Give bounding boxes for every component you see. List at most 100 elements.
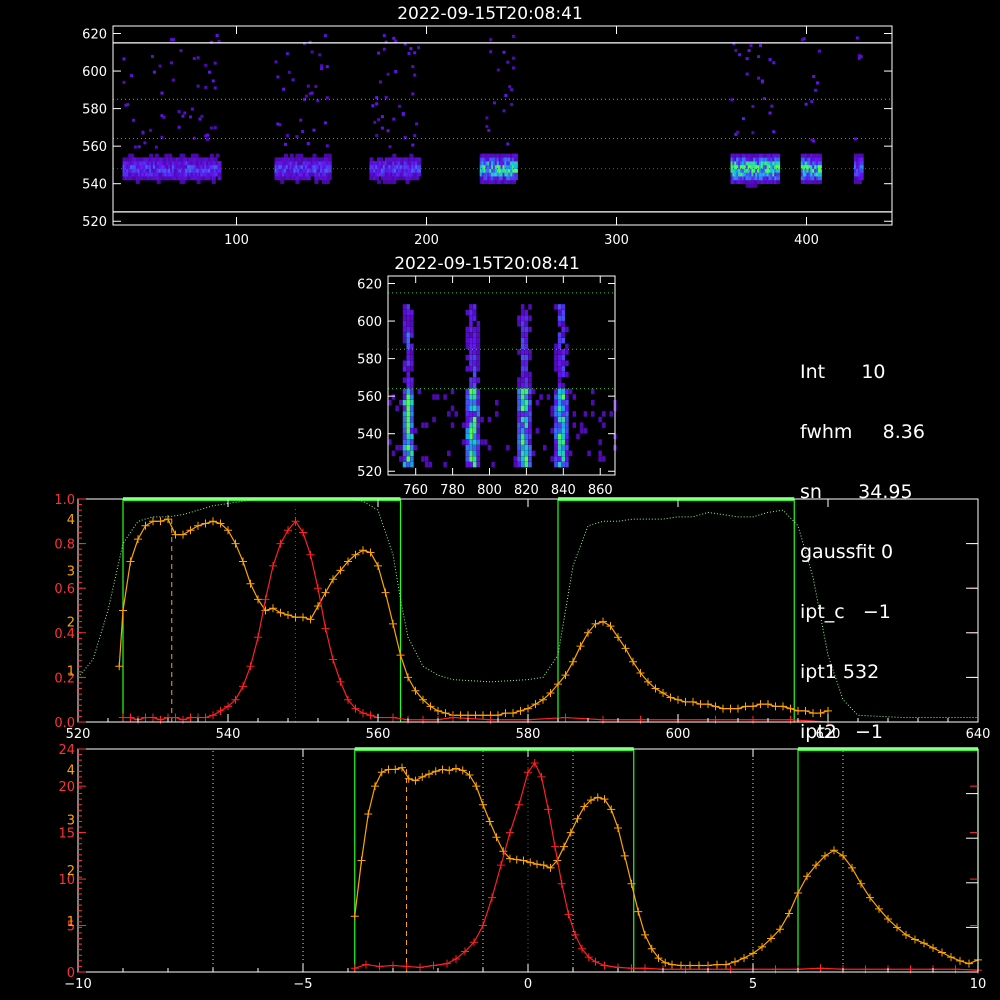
data-point (364, 810, 373, 819)
data-point (201, 519, 210, 528)
overlay-y-tick-label: 3 (67, 564, 75, 579)
data-point (134, 535, 142, 544)
data-point (786, 715, 795, 724)
data-point (519, 856, 528, 865)
data-point (677, 961, 685, 970)
data-point (786, 704, 795, 713)
data-point (704, 700, 712, 709)
data-point (551, 842, 559, 851)
data-point (366, 548, 375, 557)
data-point (620, 851, 629, 860)
series-0 (350, 763, 982, 970)
data-point (740, 954, 748, 963)
data-point (479, 800, 487, 809)
data-point (276, 608, 285, 617)
data-point (321, 588, 330, 597)
series-line (354, 761, 979, 971)
data-point (434, 706, 442, 715)
data-point (614, 633, 622, 642)
data-point (719, 704, 727, 713)
data-point (350, 964, 359, 973)
data-point (472, 782, 481, 791)
data-point (830, 846, 838, 855)
data-point (488, 893, 496, 902)
series-line (123, 520, 829, 723)
y-tick-label: 580 (357, 353, 382, 368)
data-point (749, 715, 757, 724)
mid-panel-frame (387, 275, 616, 476)
y-tick-label: 520 (357, 465, 382, 480)
spectral-blob (800, 37, 822, 184)
y-tick-label: 620 (82, 28, 107, 43)
data-point (666, 693, 675, 702)
y-tick-label: 600 (357, 315, 382, 330)
data-point (779, 702, 787, 711)
x-tick-label: 640 (966, 727, 991, 742)
data-point (486, 715, 495, 724)
data-point (179, 530, 187, 539)
overlay-y-tick-label: 4 (67, 513, 75, 528)
data-point (366, 711, 375, 720)
overlay-y-tick-label: 4 (67, 763, 75, 778)
top-panel-frame (112, 25, 893, 226)
data-point (533, 860, 541, 869)
data-point (164, 515, 172, 524)
data-point (359, 546, 367, 555)
data-point (911, 935, 919, 944)
data-point (291, 613, 300, 622)
data-point (497, 861, 505, 870)
data-point (479, 711, 487, 720)
y-tick-label: 620 (357, 278, 382, 293)
data-point (764, 700, 772, 709)
mid-spectrogram-panel: 760 780 800 820 840 860 520 540 560 580 600 620 (357, 275, 617, 498)
y-tick-label: 540 (357, 428, 382, 443)
spectral-blob (730, 41, 781, 188)
data-point (254, 633, 262, 642)
data-point (965, 959, 973, 968)
data-point (557, 879, 566, 888)
data-point (419, 715, 427, 724)
info-ipt2: ipt2 −1 (800, 721, 884, 743)
data-point (771, 702, 780, 711)
top-spectrogram-panel: 100 200 300 400 520 540 560 580 600 620 (82, 25, 893, 248)
data-point (696, 700, 705, 709)
data-point (566, 828, 575, 837)
data-point (711, 702, 720, 711)
data-point (629, 657, 637, 666)
data-point (359, 709, 367, 718)
data-point (713, 960, 721, 969)
data-point (141, 521, 150, 530)
data-point (674, 695, 682, 704)
x-tick-label: 800 (477, 483, 502, 498)
data-point (171, 530, 180, 539)
spectral-blob (479, 34, 518, 184)
data-point (641, 964, 649, 973)
data-point (452, 764, 460, 773)
data-point (634, 907, 643, 916)
data-point (659, 689, 667, 698)
data-point (284, 610, 292, 619)
data-point (920, 939, 928, 948)
data-point (641, 930, 649, 939)
info-gaussfit: gaussfit 0 (800, 541, 894, 563)
data-point (492, 833, 501, 842)
series-1 (350, 758, 982, 975)
data-point (695, 961, 703, 970)
data-point (357, 856, 366, 865)
data-point (512, 855, 521, 864)
data-point (636, 715, 645, 724)
data-point (947, 953, 955, 962)
data-point (661, 958, 670, 967)
y-tick-label: 20 (58, 780, 75, 795)
data-point (396, 651, 405, 660)
data-point (571, 930, 580, 939)
data-point (576, 642, 585, 651)
data-point (269, 561, 277, 570)
fit-info-block: Int 10 fwhm 8.36 sn 34.95 gaussfit 0 ipt… (800, 322, 925, 762)
data-point (785, 909, 793, 918)
spectral-blob (369, 34, 421, 184)
data-point (531, 700, 540, 709)
data-point (711, 715, 720, 724)
data-point (179, 715, 187, 724)
data-point (306, 615, 315, 624)
